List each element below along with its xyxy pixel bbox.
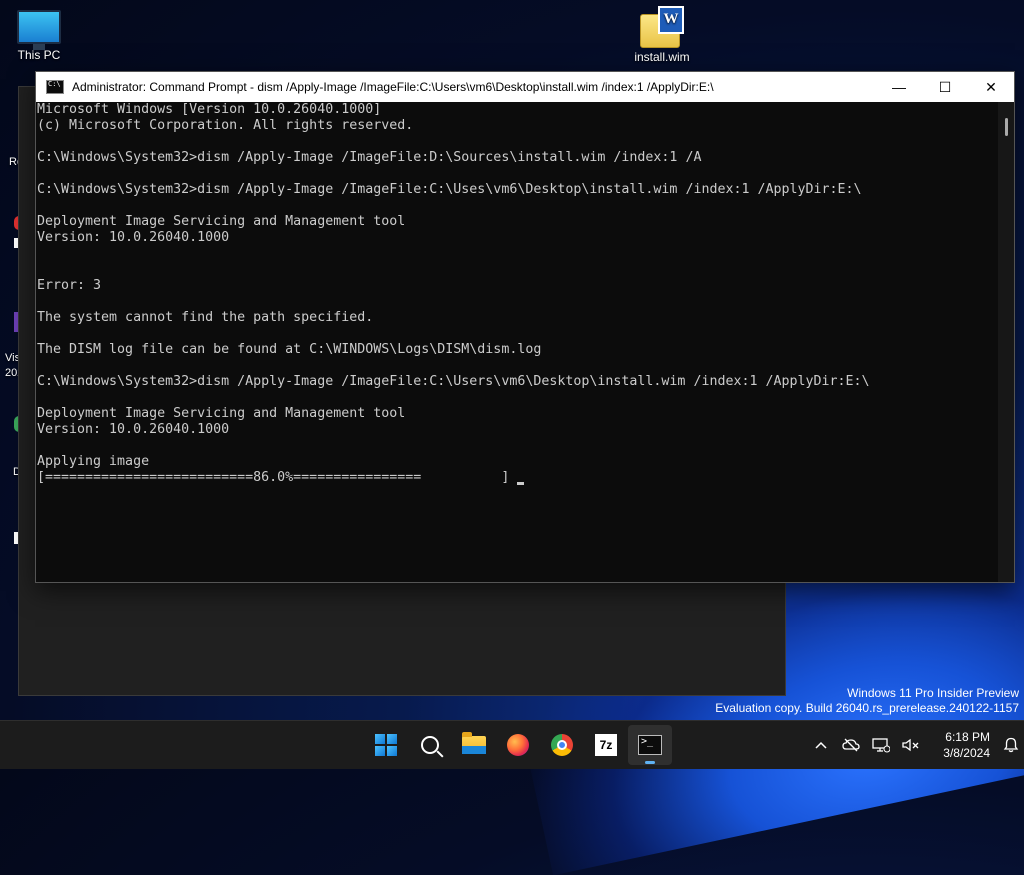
search-icon — [421, 736, 439, 754]
network-disconnected-icon — [872, 738, 890, 753]
taskbar-apps: 7z — [364, 725, 672, 765]
console-line: Version: 10.0.26040.1000 — [37, 230, 230, 245]
desktop-icon-install-wim[interactable]: W install.wim — [627, 6, 697, 64]
console-line: Error: 3 — [37, 278, 102, 293]
terminal-icon — [638, 735, 662, 755]
chevron-up-icon — [815, 741, 827, 749]
chrome-icon — [551, 734, 573, 756]
clock[interactable]: 6:18 PM 3/8/2024 — [930, 729, 990, 761]
desktop-icon-label: install.wim — [634, 50, 690, 64]
command-prompt-window[interactable]: Administrator: Command Prompt - dism /Ap… — [35, 71, 1015, 583]
bell-icon — [1003, 737, 1019, 753]
title-bar[interactable]: Administrator: Command Prompt - dism /Ap… — [36, 72, 1014, 102]
cloud-offline-icon — [842, 738, 860, 752]
console-line: C:\Windows\System32>dism /Apply-Image /I… — [37, 150, 702, 165]
monitor-icon — [17, 10, 61, 50]
7zip-icon: 7z — [595, 734, 617, 756]
file-explorer-button[interactable] — [452, 725, 496, 765]
console-line: C:\Windows\System32>dism /Apply-Image /I… — [37, 374, 870, 389]
progress-bar-text: [==========================86.0%========… — [37, 470, 518, 485]
vertical-scrollbar[interactable] — [998, 102, 1014, 582]
start-button[interactable] — [364, 725, 408, 765]
console-line: Deployment Image Servicing and Managemen… — [37, 406, 406, 421]
onedrive-offline-button[interactable] — [836, 730, 866, 760]
console-line: (c) Microsoft Corporation. All rights re… — [37, 118, 414, 133]
search-button[interactable] — [408, 725, 452, 765]
network-button[interactable] — [866, 730, 896, 760]
console-line: Applying image — [37, 454, 150, 469]
clock-date: 3/8/2024 — [943, 746, 990, 760]
desktop-icon-this-pc[interactable]: This PC — [4, 10, 74, 62]
firefox-icon — [507, 734, 529, 756]
clock-time: 6:18 PM — [945, 730, 990, 744]
evaluation-watermark: Windows 11 Pro Insider Preview Evaluatio… — [715, 686, 1019, 716]
watermark-edition: Windows 11 Pro Insider Preview — [847, 686, 1019, 700]
system-tray: 6:18 PM 3/8/2024 — [806, 725, 1024, 765]
cmd-app-icon — [46, 80, 64, 94]
console-line: Microsoft Windows [Version 10.0.26040.10… — [37, 102, 382, 117]
watermark-build: Evaluation copy. Build 26040.rs_prerelea… — [715, 701, 1019, 715]
desktop-icon-label: This PC — [17, 48, 61, 62]
show-hidden-icons-button[interactable] — [806, 730, 836, 760]
minimize-button[interactable]: — — [876, 72, 922, 102]
taskbar: 7z 6:18 PM 3/8/2024 — [0, 720, 1024, 769]
folder-icon — [462, 732, 486, 754]
console-line: Version: 10.0.26040.1000 — [37, 422, 230, 437]
volume-button[interactable] — [896, 730, 926, 760]
console-line: Deployment Image Servicing and Managemen… — [37, 214, 406, 229]
progress-line: [==========================86.0%========… — [37, 470, 999, 486]
window-controls: — ☐ ✕ — [876, 72, 1014, 102]
volume-muted-icon — [902, 738, 919, 752]
windows-logo-icon — [375, 734, 397, 756]
firefox-button[interactable] — [496, 725, 540, 765]
wim-file-icon: W — [640, 6, 684, 48]
console-line: The DISM log file can be found at C:\WIN… — [37, 342, 542, 357]
maximize-button[interactable]: ☐ — [922, 72, 968, 102]
notifications-button[interactable] — [996, 730, 1024, 760]
command-prompt-taskbar-button[interactable] — [628, 725, 672, 765]
scrollbar-thumb[interactable] — [1005, 118, 1008, 136]
text-cursor — [517, 482, 525, 485]
7zip-button[interactable]: 7z — [584, 725, 628, 765]
console-line: The system cannot find the path specifie… — [37, 310, 374, 325]
close-button[interactable]: ✕ — [968, 72, 1014, 102]
console-line: C:\Windows\System32>dism /Apply-Image /I… — [37, 182, 862, 197]
console-output[interactable]: Microsoft Windows [Version 10.0.26040.10… — [36, 102, 999, 582]
window-title: Administrator: Command Prompt - dism /Ap… — [72, 80, 714, 94]
chrome-button[interactable] — [540, 725, 584, 765]
